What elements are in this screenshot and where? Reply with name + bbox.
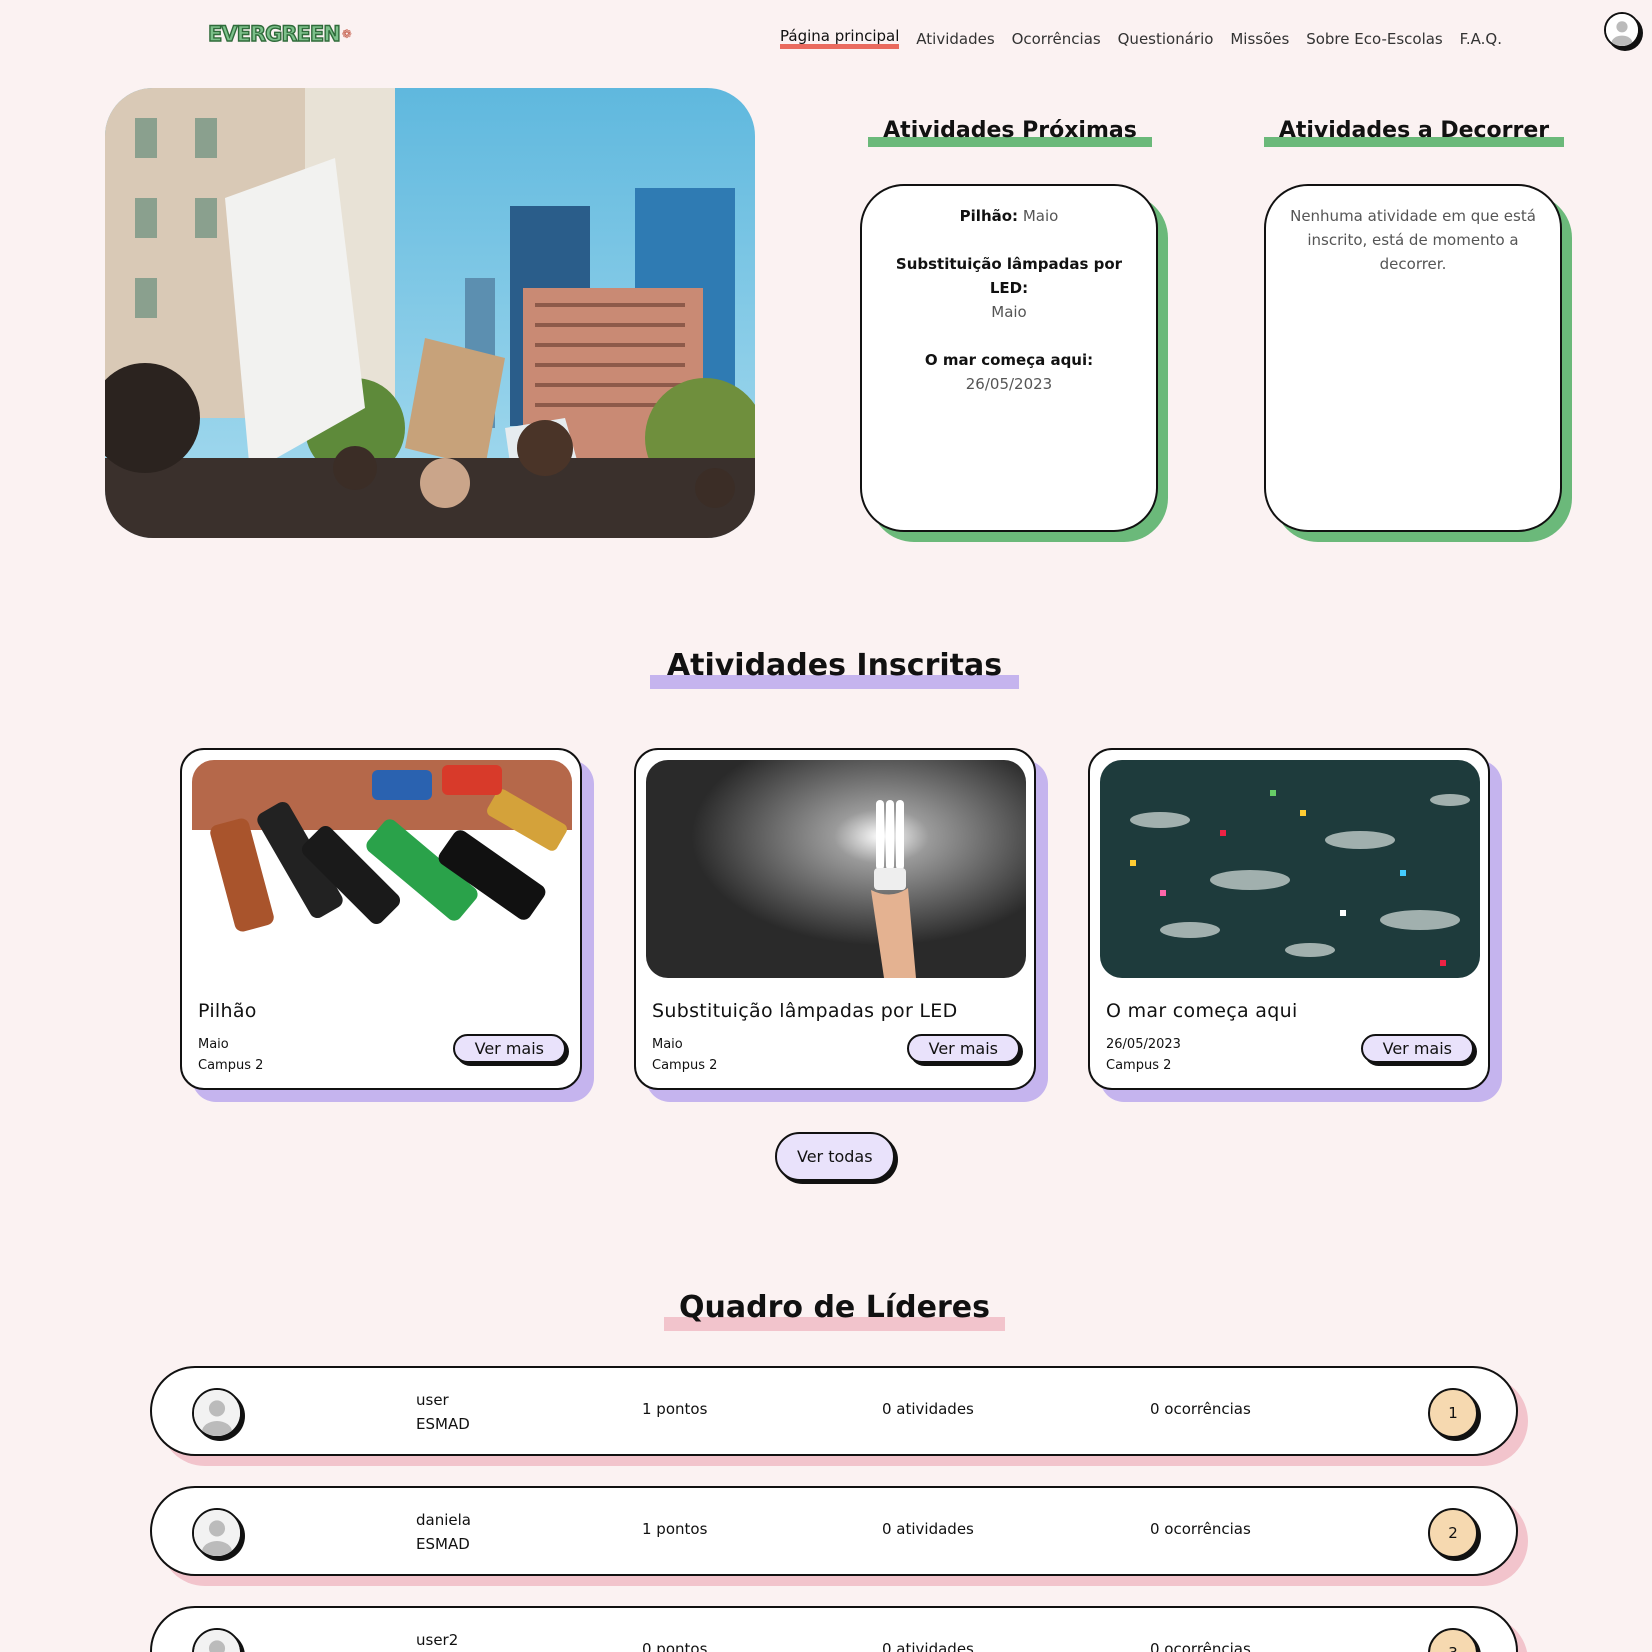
activity-card: Pilhão Maio Campus 2 Ver mais	[180, 748, 582, 1090]
leaderboard-user: user ESMAD	[416, 1388, 470, 1436]
user-activities: 0 atividades	[882, 1520, 974, 1538]
activity-date: Maio	[198, 1037, 229, 1052]
activity-campus: Campus 2	[652, 1058, 718, 1073]
leaderboard-row: daniela ESMAD 1 pontos 0 atividades 0 oc…	[150, 1486, 1518, 1576]
leaderboard-heading: Quadro de Líderes	[664, 1290, 1005, 1331]
leaderboard-user: daniela ESMAD	[416, 1508, 471, 1556]
activity-card: O mar começa aqui 26/05/2023 Campus 2 Ve…	[1088, 748, 1490, 1090]
activity-image-batteries	[192, 760, 572, 978]
upcoming-item[interactable]: Substituição lâmpadas por LED: Maio	[880, 252, 1138, 324]
activity-meta: Maio Campus 2	[652, 1034, 717, 1076]
user-occurrences: 0 ocorrências	[1150, 1400, 1251, 1418]
user-avatar-icon	[192, 1388, 242, 1438]
hero-image	[105, 88, 755, 538]
see-more-button[interactable]: Ver mais	[906, 1034, 1020, 1063]
user-avatar-icon	[1606, 14, 1638, 46]
ongoing-box: Nenhuma atividade em que está inscrito, …	[1264, 184, 1562, 532]
user-school: ESMAD	[416, 1535, 470, 1553]
nav-faq[interactable]: F.A.Q.	[1460, 30, 1502, 48]
nav-missions[interactable]: Missões	[1230, 30, 1289, 48]
nav-about[interactable]: Sobre Eco-Escolas	[1306, 30, 1443, 48]
rank-badge: 1	[1428, 1388, 1478, 1438]
upcoming-item[interactable]: O mar começa aqui: 26/05/2023	[880, 348, 1138, 396]
user-activities: 0 atividades	[882, 1400, 974, 1418]
leaderboard-row: user ESMAD 1 pontos 0 atividades 0 ocorr…	[150, 1366, 1518, 1456]
upcoming-item[interactable]: Pilhão: Maio	[880, 204, 1138, 228]
user-avatar-icon	[192, 1628, 242, 1652]
rank-badge: 3	[1428, 1628, 1478, 1652]
view-all-button[interactable]: Ver todas	[775, 1132, 895, 1181]
see-more-button[interactable]: Ver mais	[452, 1034, 566, 1063]
flower-icon: ❁	[341, 27, 352, 41]
user-occurrences: 0 ocorrências	[1150, 1640, 1251, 1652]
user-name: user2	[416, 1631, 459, 1649]
activity-title: O mar começa aqui	[1106, 1000, 1298, 1022]
leaderboard-user: user2	[416, 1628, 458, 1652]
user-points: 1 pontos	[642, 1400, 708, 1418]
activity-meta: Maio Campus 2	[198, 1034, 263, 1076]
user-activities: 0 atividades	[882, 1640, 974, 1652]
activity-card: Substituição lâmpadas por LED Maio Campu…	[634, 748, 1036, 1090]
nav-quiz[interactable]: Questionário	[1118, 30, 1214, 48]
user-occurrences: 0 ocorrências	[1150, 1520, 1251, 1538]
user-name: user	[416, 1391, 449, 1409]
profile-button[interactable]	[1604, 12, 1640, 48]
activity-image-ocean	[1100, 760, 1480, 978]
logo-text: EVERGREEN	[207, 21, 341, 46]
ongoing-empty-message: Nenhuma atividade em que está inscrito, …	[1290, 207, 1536, 273]
main-nav: Página principal Atividades Ocorrências …	[780, 28, 1502, 49]
activity-title: Pilhão	[198, 1000, 257, 1022]
activity-date: 26/05/2023	[1106, 1037, 1181, 1052]
registered-heading: Atividades Inscritas	[650, 648, 1019, 689]
see-more-button[interactable]: Ver mais	[1360, 1034, 1474, 1063]
activity-campus: Campus 2	[198, 1058, 264, 1073]
user-school: ESMAD	[416, 1415, 470, 1433]
ongoing-heading: Atividades a Decorrer	[1264, 118, 1564, 147]
user-name: daniela	[416, 1511, 471, 1529]
upcoming-heading: Atividades Próximas	[868, 118, 1152, 147]
activity-meta: 26/05/2023 Campus 2	[1106, 1034, 1181, 1076]
user-points: 1 pontos	[642, 1520, 708, 1538]
rank-badge: 2	[1428, 1508, 1478, 1558]
activity-title: Substituição lâmpadas por LED	[652, 1000, 958, 1022]
activity-date: Maio	[652, 1037, 683, 1052]
nav-home[interactable]: Página principal	[780, 28, 900, 49]
logo[interactable]: EVERGREEN ❁	[207, 21, 352, 46]
upcoming-box: Pilhão: Maio Substituição lâmpadas por L…	[860, 184, 1158, 532]
user-avatar-icon	[192, 1508, 242, 1558]
activity-image-led	[646, 760, 1026, 978]
activity-campus: Campus 2	[1106, 1058, 1172, 1073]
leaderboard-row: user2 0 pontos 0 atividades 0 ocorrência…	[150, 1606, 1518, 1652]
nav-occurrences[interactable]: Ocorrências	[1012, 30, 1101, 48]
user-points: 0 pontos	[642, 1640, 708, 1652]
nav-activities[interactable]: Atividades	[916, 30, 994, 48]
